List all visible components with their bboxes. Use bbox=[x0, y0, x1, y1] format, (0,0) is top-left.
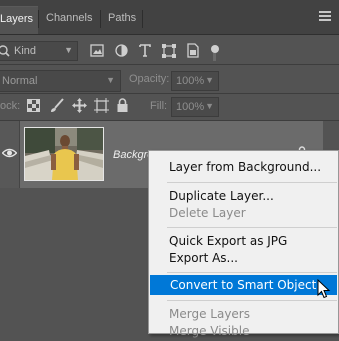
opacity-value: 100% bbox=[176, 75, 205, 87]
search-icon bbox=[0, 45, 10, 57]
tab-layers[interactable]: Layers bbox=[0, 6, 38, 34]
panel-menu-icon[interactable] bbox=[319, 11, 331, 21]
eye-icon[interactable] bbox=[2, 148, 17, 158]
blend-row: Normal ▼ Opacity: 100% ▼ bbox=[0, 65, 339, 93]
menu-separator bbox=[167, 272, 337, 273]
pixel-filter-icon[interactable] bbox=[90, 44, 104, 57]
chevron-down-icon: ▼ bbox=[64, 45, 73, 55]
lock-row: ock: Fill: 100% ▼ bbox=[0, 94, 339, 120]
menu-separator bbox=[167, 227, 337, 228]
lock-position-move-icon[interactable] bbox=[72, 98, 87, 113]
blend-mode-value: Normal bbox=[2, 75, 38, 87]
blend-mode-select[interactable]: Normal ▼ bbox=[0, 70, 121, 92]
shape-filter-icon[interactable] bbox=[162, 44, 176, 58]
lock-transparent-pixels-icon[interactable] bbox=[27, 99, 40, 112]
layer-thumbnail-image bbox=[25, 128, 103, 180]
layer-thumbnail[interactable] bbox=[24, 127, 104, 181]
lock-label: ock: bbox=[0, 100, 21, 112]
tab-paths[interactable]: Paths bbox=[100, 6, 142, 34]
mouse-cursor-icon bbox=[317, 279, 331, 299]
smart-object-filter-icon[interactable] bbox=[186, 43, 200, 58]
menu-item-export-as[interactable]: Export As... bbox=[149, 248, 339, 268]
lock-all-icon[interactable] bbox=[117, 98, 128, 112]
menu-separator bbox=[167, 182, 337, 183]
adjustment-filter-icon[interactable] bbox=[115, 44, 128, 57]
fill-value: 100% bbox=[176, 101, 205, 113]
layers-panel: Layers Channels Paths Kind ▼ Normal ▼ Op… bbox=[0, 0, 339, 338]
type-filter-icon[interactable] bbox=[139, 44, 151, 57]
prevent-autonest-artboard-icon[interactable] bbox=[94, 98, 109, 113]
lock-image-pixels-brush-icon[interactable] bbox=[50, 98, 64, 113]
filter-kind-label: Kind bbox=[14, 45, 37, 57]
filter-row: Kind ▼ bbox=[0, 34, 339, 68]
menu-item-delete-layer[interactable]: Delete Layer bbox=[149, 203, 339, 223]
layer-visibility-toggle[interactable] bbox=[0, 121, 20, 188]
opacity-input[interactable]: 100% ▼ bbox=[171, 71, 219, 91]
menu-separator bbox=[167, 300, 337, 301]
fill-label: Fill: bbox=[150, 100, 168, 112]
chevron-down-icon: ▼ bbox=[205, 75, 214, 85]
tab-channels[interactable]: Channels bbox=[38, 6, 100, 34]
filter-toggle-switch[interactable] bbox=[208, 45, 220, 61]
chevron-down-icon: ▼ bbox=[205, 101, 214, 111]
panel-tab-bar: Layers Channels Paths bbox=[0, 0, 339, 35]
menu-item-convert-to-smart-object[interactable]: Convert to Smart Object bbox=[150, 275, 337, 295]
tab-divider bbox=[142, 10, 143, 28]
menu-item-layer-from-background[interactable]: Layer from Background... bbox=[149, 157, 339, 177]
filter-kind-select[interactable]: Kind ▼ bbox=[0, 41, 78, 61]
layer-context-menu: Layer from Background... Duplicate Layer… bbox=[148, 150, 339, 338]
menu-item-merge-visible[interactable]: Merge Visible bbox=[149, 321, 339, 341]
opacity-label: Opacity: bbox=[129, 73, 170, 85]
chevron-down-icon: ▼ bbox=[106, 75, 115, 85]
fill-input[interactable]: 100% ▼ bbox=[171, 97, 219, 117]
